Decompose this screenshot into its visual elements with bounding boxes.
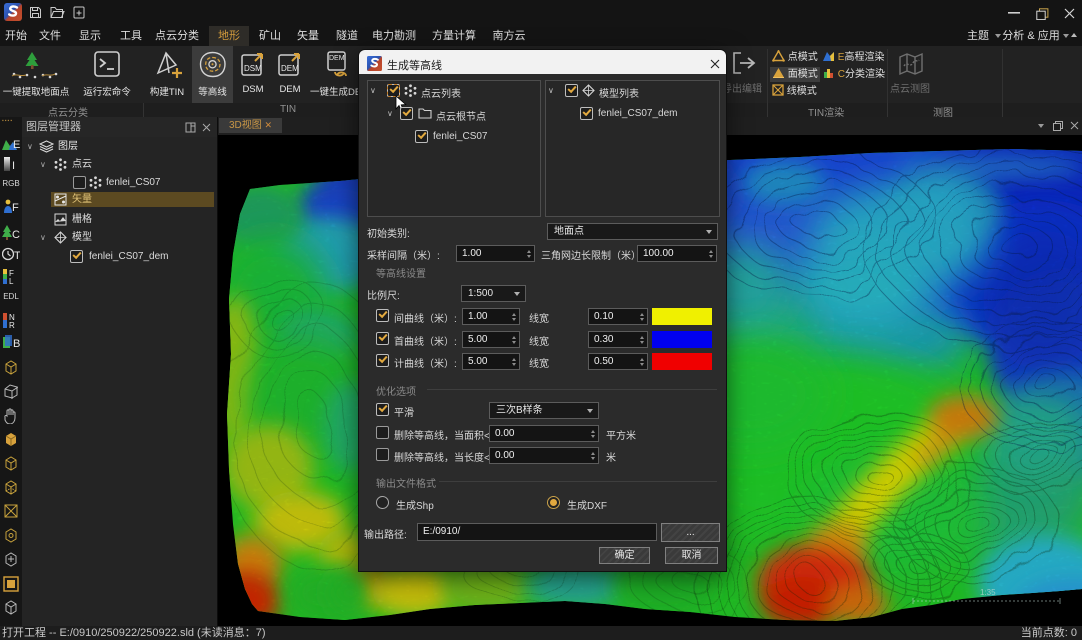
svg-text:F: F [12,202,19,213]
svg-text:T: T [14,250,20,261]
svg-text:DEM: DEM [329,55,345,62]
svg-text:L: L [9,277,14,284]
svg-text:DSM: DSM [244,64,262,73]
svg-text:B: B [13,338,20,350]
svg-text:C: C [12,229,20,240]
svg-text:I: I [12,160,15,171]
svg-text:DEM: DEM [281,64,299,73]
svg-text:1:35: 1:35 [980,588,996,597]
svg-text:R: R [9,321,15,328]
svg-text:E: E [13,139,20,150]
